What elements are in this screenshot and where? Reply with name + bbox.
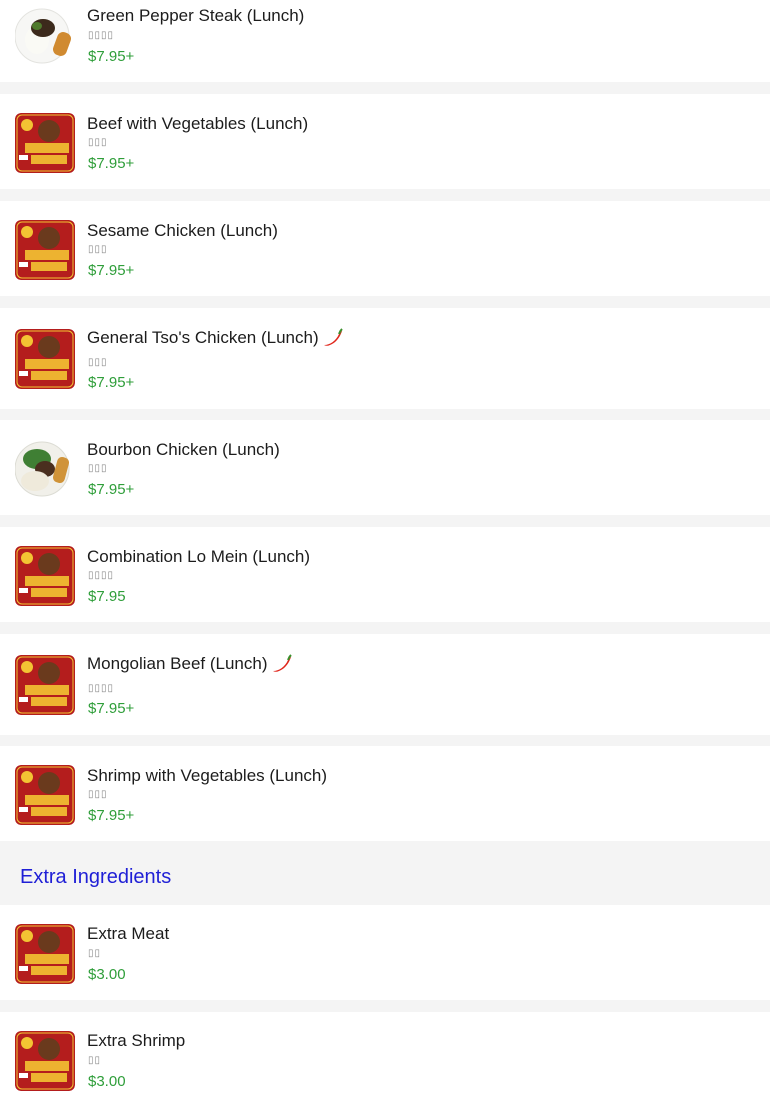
item-price: $7.95+	[88, 807, 135, 824]
item-chinese-name: ▯▯	[88, 1055, 102, 1066]
item-price: $7.95+	[88, 481, 135, 498]
item-price: $7.95+	[88, 374, 135, 391]
menu-item[interactable]: Extra Meat ▯▯ $3.00	[0, 905, 770, 1000]
item-chinese-name: ▯▯	[88, 948, 102, 959]
golden-wok-logo	[15, 924, 75, 984]
item-chinese-name: ▯▯▯▯	[88, 683, 115, 694]
item-chinese-name: ▯▯▯	[88, 789, 108, 800]
golden-wok-logo	[15, 655, 75, 715]
item-chinese-name: ▯▯▯▯	[88, 570, 115, 581]
item-name: Green Pepper Steak (Lunch)	[87, 6, 305, 25]
item-price: $7.95+	[88, 700, 135, 717]
item-name: Beef with Vegetables (Lunch)	[87, 114, 309, 133]
menu-item[interactable]: Green Pepper Steak (Lunch) ▯▯▯▯ $7.95+	[0, 0, 770, 82]
section-title: Extra Ingredients	[20, 866, 172, 888]
item-chinese-name: ▯▯▯	[88, 137, 108, 148]
item-name: Extra Shrimp	[87, 1031, 186, 1050]
golden-wok-logo	[15, 765, 75, 825]
item-price: $7.95+	[88, 155, 135, 172]
food-photo	[15, 439, 75, 499]
food-photo	[15, 6, 75, 66]
item-name: Shrimp with Vegetables (Lunch)	[87, 766, 328, 785]
item-name: Combination Lo Mein (Lunch)	[87, 547, 311, 566]
item-name: Sesame Chicken (Lunch)	[87, 221, 278, 240]
item-price: $3.00	[88, 966, 126, 983]
menu-item[interactable]: Bourbon Chicken (Lunch) ▯▯▯ $7.95+	[0, 420, 770, 515]
item-chinese-name: ▯▯▯	[88, 463, 108, 474]
menu-item[interactable]: Beef with Vegetables (Lunch) ▯▯▯ $7.95+	[0, 94, 770, 189]
golden-wok-logo	[15, 329, 75, 389]
golden-wok-logo	[15, 220, 75, 280]
item-chinese-name: ▯▯▯	[88, 357, 108, 368]
item-name: Extra Meat	[87, 924, 170, 943]
item-name: General Tso's Chicken (Lunch)	[87, 328, 343, 348]
item-name: Bourbon Chicken (Lunch)	[87, 440, 280, 459]
menu-item[interactable]: Combination Lo Mein (Lunch) ▯▯▯▯ $7.95	[0, 527, 770, 622]
item-price: $3.00	[88, 1073, 126, 1090]
golden-wok-logo	[15, 546, 75, 606]
menu-item[interactable]: Mongolian Beef (Lunch) ▯▯▯▯ $7.95+	[0, 634, 770, 735]
chili-pepper-icon	[270, 654, 292, 674]
menu-item[interactable]: Sesame Chicken (Lunch) ▯▯▯ $7.95+	[0, 201, 770, 296]
golden-wok-logo	[15, 1031, 75, 1091]
menu-item[interactable]: Extra Shrimp ▯▯ $3.00	[0, 1012, 770, 1107]
menu-item[interactable]: General Tso's Chicken (Lunch) ▯▯▯ $7.95+	[0, 308, 770, 409]
chili-pepper-icon	[321, 328, 343, 348]
golden-wok-logo	[15, 113, 75, 173]
item-price: $7.95+	[88, 48, 135, 65]
item-price: $7.95	[88, 588, 126, 605]
menu-item[interactable]: Shrimp with Vegetables (Lunch) ▯▯▯ $7.95…	[0, 746, 770, 841]
item-chinese-name: ▯▯▯▯	[88, 30, 115, 41]
item-chinese-name: ▯▯▯	[88, 244, 108, 255]
item-name: Mongolian Beef (Lunch)	[87, 654, 292, 674]
item-price: $7.95+	[88, 262, 135, 279]
